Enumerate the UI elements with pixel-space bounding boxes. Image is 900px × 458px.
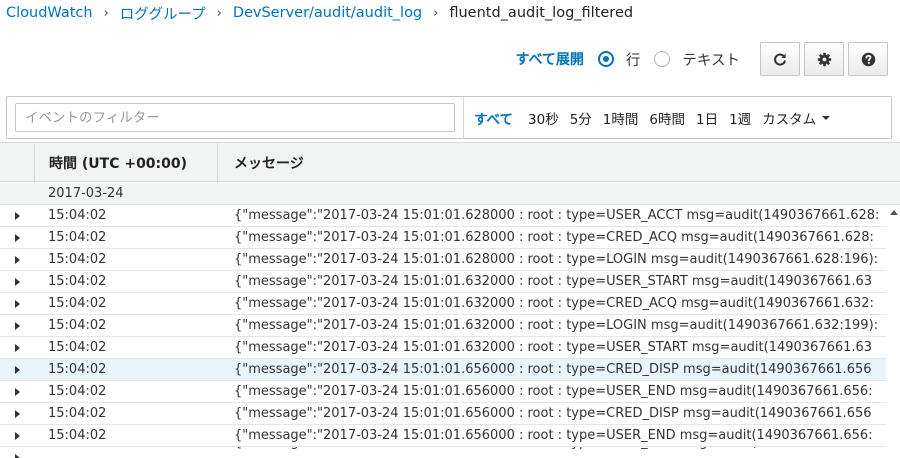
- event-time: 15:04:02: [48, 428, 107, 443]
- message-column-header: メッセージ: [234, 156, 304, 172]
- event-message: {"message":"2017-03-24 15:01:01.656000 :…: [234, 428, 873, 443]
- refresh-button[interactable]: [760, 42, 800, 76]
- event-time: 15:04:02: [48, 447, 106, 450]
- log-event-row[interactable]: 15:04:02 {"message":"2017-03-24 15:01:01.…: [0, 315, 900, 337]
- log-events-table: 時間 (UTC +00:00) メッセージ 2017-03-24 15:04:0…: [0, 142, 900, 458]
- event-message: {"message":"2017-03-24 15:01:01.656000 :…: [234, 384, 873, 399]
- range-1w[interactable]: 1週: [729, 108, 751, 128]
- range-1h[interactable]: 1時間: [603, 108, 639, 128]
- refresh-icon: [774, 53, 786, 66]
- event-time: 15:04:02: [48, 384, 107, 399]
- breadcrumb-separator: ›: [433, 5, 439, 21]
- log-event-row[interactable]: 15:04:02 {"message":"2017-03-24 15:01:01.…: [0, 425, 900, 447]
- log-event-row[interactable]: 15:04:02 {"message":"2017-03-24 15:01:01.…: [0, 271, 900, 293]
- text-radio[interactable]: [654, 51, 671, 67]
- range-5m[interactable]: 5分: [570, 108, 592, 128]
- event-time: 15:04:02: [48, 406, 107, 421]
- range-all[interactable]: すべて: [474, 108, 513, 128]
- expand-row-icon[interactable]: [15, 256, 20, 264]
- expand-row-icon[interactable]: [15, 344, 20, 352]
- time-range-selector: すべて 30秒 5分 1時間 6時間 1日 1週 カスタム: [474, 108, 831, 128]
- event-message: {"message":"2017-03-24 15:01:01.656000 :…: [234, 406, 872, 421]
- range-6h[interactable]: 6時間: [649, 108, 685, 128]
- expand-row-icon[interactable]: [15, 432, 20, 440]
- breadcrumb-cloudwatch-link[interactable]: CloudWatch: [6, 5, 93, 21]
- filter-bar: すべて 30秒 5分 1時間 6時間 1日 1週 カスタム: [6, 96, 892, 139]
- event-time: 15:04:02: [48, 362, 107, 377]
- breadcrumb: CloudWatch › ロググループ › DevServer/audit/au…: [6, 3, 633, 23]
- event-message: {"message":"2017-03-24 15:01:01.632000 :…: [234, 296, 874, 311]
- log-event-row[interactable]: 15:04:02 {"message":"2017-03-24 15:01:01.…: [0, 359, 900, 381]
- range-1d[interactable]: 1日: [696, 108, 718, 128]
- event-message: {"message":"2017-03-24 15:01:01.628000 :…: [234, 230, 874, 245]
- event-message: {"message":"2017-03-24 15:01:01.628000 :…: [234, 208, 878, 223]
- range-30s[interactable]: 30秒: [528, 108, 559, 128]
- log-event-row[interactable]: 15:04:02 {"message":"2017-03-24 15:01:01.…: [0, 381, 900, 403]
- view-options-bar: すべて展開 行 テキスト: [515, 42, 888, 76]
- rows-radio-label: 行: [625, 52, 641, 69]
- scroll-up-icon[interactable]: [890, 210, 898, 215]
- log-event-row[interactable]: 15:04:02 {"message":"2017-03-24 15:01:27.…: [0, 447, 900, 458]
- expand-row-icon[interactable]: [15, 366, 20, 374]
- log-event-row[interactable]: 15:04:02 {"message":"2017-03-24 15:01:01.…: [0, 403, 900, 425]
- event-message: {"message":"2017-03-24 15:01:27.591000 :…: [234, 447, 878, 450]
- help-button[interactable]: [848, 42, 888, 76]
- date-group-label: 2017-03-24: [48, 186, 124, 201]
- expand-row-icon[interactable]: [15, 388, 20, 396]
- event-time: 15:04:02: [48, 296, 107, 311]
- event-time: 15:04:02: [48, 230, 107, 245]
- event-time: 15:04:02: [48, 274, 107, 289]
- event-time: 15:04:02: [48, 340, 107, 355]
- toolbar-buttons: [756, 42, 888, 76]
- event-message: {"message":"2017-03-24 15:01:01.628000 :…: [234, 252, 878, 267]
- breadcrumb-separator: ›: [103, 5, 109, 21]
- expand-row-icon[interactable]: [15, 322, 20, 330]
- breadcrumb-log-group-link[interactable]: DevServer/audit/audit_log: [233, 5, 422, 21]
- gear-icon: [817, 52, 831, 66]
- rows-radio[interactable]: [597, 51, 614, 67]
- log-event-row[interactable]: 15:04:02 {"message":"2017-03-24 15:01:01.…: [0, 337, 900, 359]
- date-group-row: 2017-03-24: [0, 183, 900, 205]
- view-rows-option[interactable]: 行: [597, 49, 641, 70]
- range-divider: [463, 97, 464, 138]
- range-custom-label: カスタム: [762, 111, 817, 128]
- event-filter-input[interactable]: [15, 103, 455, 132]
- text-radio-label: テキスト: [682, 52, 740, 69]
- log-rows: 15:04:02 {"message":"2017-03-24 15:01:01.…: [0, 205, 900, 458]
- scrollbar[interactable]: [886, 205, 900, 458]
- expand-row-icon[interactable]: [15, 234, 20, 242]
- breadcrumb-current-stream: fluentd_audit_log_filtered: [449, 5, 634, 21]
- view-text-option[interactable]: テキスト: [654, 49, 740, 70]
- breadcrumb-log-groups-link[interactable]: ロググループ: [120, 3, 206, 24]
- caret-down-icon: [822, 115, 831, 120]
- expand-all-link[interactable]: すべて展開: [515, 49, 583, 69]
- help-icon: [861, 52, 875, 66]
- log-event-row[interactable]: 15:04:02 {"message":"2017-03-24 15:01:01.…: [0, 205, 900, 227]
- event-message: {"message":"2017-03-24 15:01:01.632000 :…: [234, 318, 878, 333]
- event-message: {"message":"2017-03-24 15:01:01.632000 :…: [234, 274, 873, 289]
- expand-row-icon[interactable]: [15, 278, 20, 286]
- expand-row-icon[interactable]: [15, 212, 20, 220]
- event-time: 15:04:02: [48, 252, 107, 267]
- range-custom-dropdown[interactable]: カスタム: [762, 108, 831, 128]
- event-time: 15:04:02: [48, 208, 107, 223]
- breadcrumb-separator: ›: [216, 5, 222, 21]
- log-event-row[interactable]: 15:04:02 {"message":"2017-03-24 15:01:01.…: [0, 249, 900, 271]
- event-message: {"message":"2017-03-24 15:01:01.656000 :…: [234, 362, 872, 377]
- log-event-row[interactable]: 15:04:02 {"message":"2017-03-24 15:01:01.…: [0, 227, 900, 249]
- time-column-header[interactable]: 時間 (UTC +00:00): [34, 143, 218, 183]
- expand-row-icon[interactable]: [15, 410, 20, 418]
- expand-row-icon[interactable]: [15, 300, 20, 308]
- event-message: {"message":"2017-03-24 15:01:01.632000 :…: [234, 340, 873, 355]
- expand-row-icon[interactable]: [15, 454, 20, 458]
- event-time: 15:04:02: [48, 318, 107, 333]
- settings-button[interactable]: [804, 42, 844, 76]
- log-event-row[interactable]: 15:04:02 {"message":"2017-03-24 15:01:01.…: [0, 293, 900, 315]
- table-header: 時間 (UTC +00:00) メッセージ: [0, 142, 900, 183]
